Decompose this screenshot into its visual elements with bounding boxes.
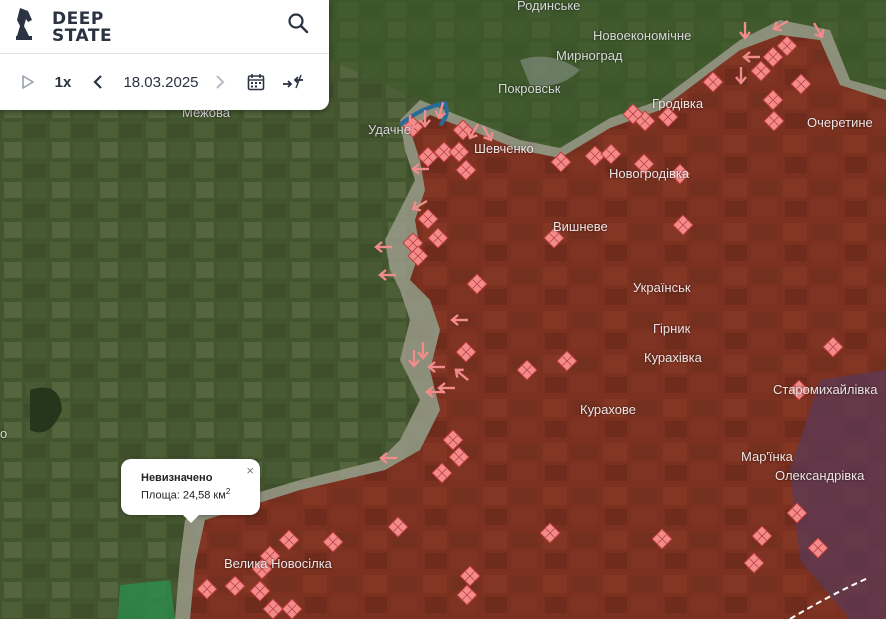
place-pokrovsk: Покровськ [498,81,561,96]
logo-text: DEEP STATE [52,11,112,45]
place-oleksandrivka: Олександрівка [775,468,865,483]
place-kurakhivka: Курахівка [644,350,702,365]
play-button[interactable] [16,54,40,110]
knight-icon [16,8,32,40]
date-display[interactable]: 18.03.2025 [116,54,206,110]
calendar-icon [247,74,265,91]
place-staromykhailivka: Старомихайлівка [773,382,878,397]
next-date-button[interactable] [210,54,230,110]
deepstate-logo[interactable]: DEEP STATE [14,6,112,46]
place-myrnohrad: Мирноград [556,48,623,63]
timeline-controls: 1x 18.03.2025 [0,54,329,110]
compare-button[interactable] [280,54,306,110]
place-marinka: Мар'їнка [741,449,793,464]
place-edge-letter: о [0,426,8,441]
chevron-right-icon [216,75,225,89]
liberated-zone [118,580,175,619]
place-kurakhove: Курахове [580,402,636,417]
search-icon [288,13,309,34]
speed-button[interactable]: 1x [48,54,78,110]
place-velyka-novosilka: Велика Новосілка [224,556,332,571]
search-button[interactable] [287,12,309,34]
control-panel: DEEP STATE 1x 18.03.2025 [0,0,329,110]
popup-area-text: Площа: 24,58 км [141,489,226,502]
place-vyshneve: Вишневе [553,219,608,234]
place-ocheretyne: Очеретине [807,115,873,130]
place-hrodivka: Гродівка [652,96,704,111]
place-udachne: Удачне [368,122,411,137]
place-novohrodivka: Новогродівка [609,166,690,181]
popup-area-sup: 2 [225,487,231,496]
logo-line2: STATE [52,26,113,46]
place-shevchenko: Шевченко [474,141,534,156]
place-ukrainsk: Українськ [633,280,691,295]
popup-area: Площа: 24,58 км2 [141,487,230,502]
chevron-left-icon [93,75,102,89]
place-novoekonomichne: Новоекономічне [593,28,692,43]
popup-close-button[interactable]: × [246,463,254,478]
play-icon [22,75,34,89]
compare-arrows-icon [283,74,303,89]
place-rodynske: Родинське [517,0,581,13]
prev-date-button[interactable] [88,54,108,110]
calendar-button[interactable] [244,54,268,110]
popup-title: Невизначено [141,472,213,484]
place-hirnyk: Гірник [653,321,691,336]
area-popup: Невизначено Площа: 24,58 км2 × [121,459,260,523]
